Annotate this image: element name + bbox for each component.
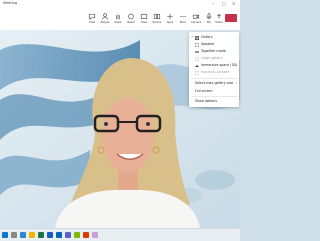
rooms-button[interactable]: Rooms — [151, 12, 163, 28]
powerpoint-icon[interactable] — [83, 232, 89, 238]
menu-label: Show options — [195, 99, 218, 103]
camera-icon — [192, 14, 200, 19]
raise-hand-button[interactable]: Raise — [112, 12, 124, 28]
share-icon — [217, 14, 221, 19]
more-button[interactable]: More — [177, 12, 189, 28]
raise-hand-icon — [116, 14, 120, 20]
view-label: View — [140, 21, 148, 24]
mic-icon — [206, 13, 212, 20]
camera-button[interactable]: Camera — [190, 12, 202, 28]
camera-label: Camera — [190, 21, 202, 24]
apps-icon — [167, 13, 173, 20]
react-label: React — [127, 21, 135, 24]
view-menu: ✓ Gallery Speaker Together mode Large ga… — [189, 32, 239, 107]
people-label: People — [100, 21, 110, 24]
chat-label: Chat — [88, 21, 96, 24]
focus-icon — [195, 70, 199, 75]
menu-divider — [191, 78, 237, 79]
word-icon[interactable] — [47, 232, 53, 238]
menu-item-max-gallery-size[interactable]: Select max gallery size › — [189, 80, 239, 87]
speaker-icon — [195, 42, 199, 47]
window-title: Meeting — [3, 1, 18, 5]
check-icon: ✓ — [191, 35, 194, 39]
apps-label: Apps — [166, 21, 174, 24]
menu-label: Large gallery — [201, 56, 223, 60]
menu-label: Select max gallery size — [195, 81, 234, 85]
search-icon[interactable] — [11, 232, 17, 238]
maximize-icon[interactable]: □ — [222, 1, 226, 6]
share-label: Share — [215, 21, 223, 24]
close-icon[interactable]: ✕ — [232, 1, 235, 6]
more-icon — [180, 15, 186, 18]
menu-item-gallery[interactable]: ✓ Gallery — [189, 34, 239, 41]
apps-button[interactable]: Apps — [164, 12, 176, 28]
menu-item-full-screen[interactable]: Full screen — [189, 88, 239, 95]
app-icon[interactable] — [92, 232, 98, 238]
menu-label: Together mode — [201, 49, 226, 53]
menu-label: Focus on content — [201, 70, 230, 74]
menu-label: Immersive space (3D) — [201, 63, 238, 67]
edge-icon[interactable] — [20, 232, 26, 238]
start-icon[interactable] — [2, 232, 8, 238]
view-button[interactable]: View — [138, 12, 150, 28]
leave-button[interactable] — [225, 14, 237, 27]
people-button[interactable]: People — [99, 12, 111, 28]
together-mode-icon — [195, 50, 199, 53]
phone-hangup-icon — [226, 24, 236, 27]
immersive-space-icon — [195, 64, 199, 67]
chevron-right-icon: › — [235, 81, 237, 85]
people-icon — [101, 13, 109, 20]
app-icon[interactable] — [74, 232, 80, 238]
menu-item-large-gallery[interactable]: Large gallery — [189, 55, 239, 62]
title-bar: Meeting – □ ✕ — [0, 0, 240, 10]
large-gallery-icon — [195, 56, 199, 61]
taskbar — [0, 228, 240, 241]
menu-label: Gallery — [201, 35, 213, 39]
meeting-toolbar: Chat People Raise React View Rooms Apps … — [0, 10, 240, 31]
menu-item-immersive-space[interactable]: Immersive space (3D) — [189, 62, 239, 69]
chat-icon — [88, 14, 96, 20]
minimize-icon[interactable]: – — [212, 1, 214, 6]
menu-item-speaker[interactable]: Speaker — [189, 41, 239, 48]
more-label: More — [179, 21, 187, 24]
react-button[interactable]: React — [125, 12, 137, 28]
menu-divider — [191, 96, 237, 97]
file-explorer-icon[interactable] — [29, 232, 35, 238]
menu-item-focus-on-content[interactable]: Focus on content — [189, 69, 239, 76]
menu-label: Speaker — [201, 42, 215, 46]
react-icon — [128, 13, 134, 20]
rooms-icon — [153, 14, 161, 19]
share-button[interactable]: Share — [213, 12, 225, 28]
outlook-icon[interactable] — [56, 232, 62, 238]
rooms-label: Rooms — [152, 21, 162, 24]
menu-item-together-mode[interactable]: Together mode — [189, 48, 239, 55]
menu-item-show-options[interactable]: Show options — [189, 98, 239, 105]
view-icon — [140, 14, 148, 19]
excel-icon[interactable] — [38, 232, 44, 238]
chat-button[interactable]: Chat — [86, 12, 98, 28]
teams-icon[interactable] — [65, 232, 71, 238]
menu-label: Full screen — [195, 89, 213, 93]
raise-label: Raise — [114, 21, 122, 24]
gallery-icon — [195, 35, 199, 40]
